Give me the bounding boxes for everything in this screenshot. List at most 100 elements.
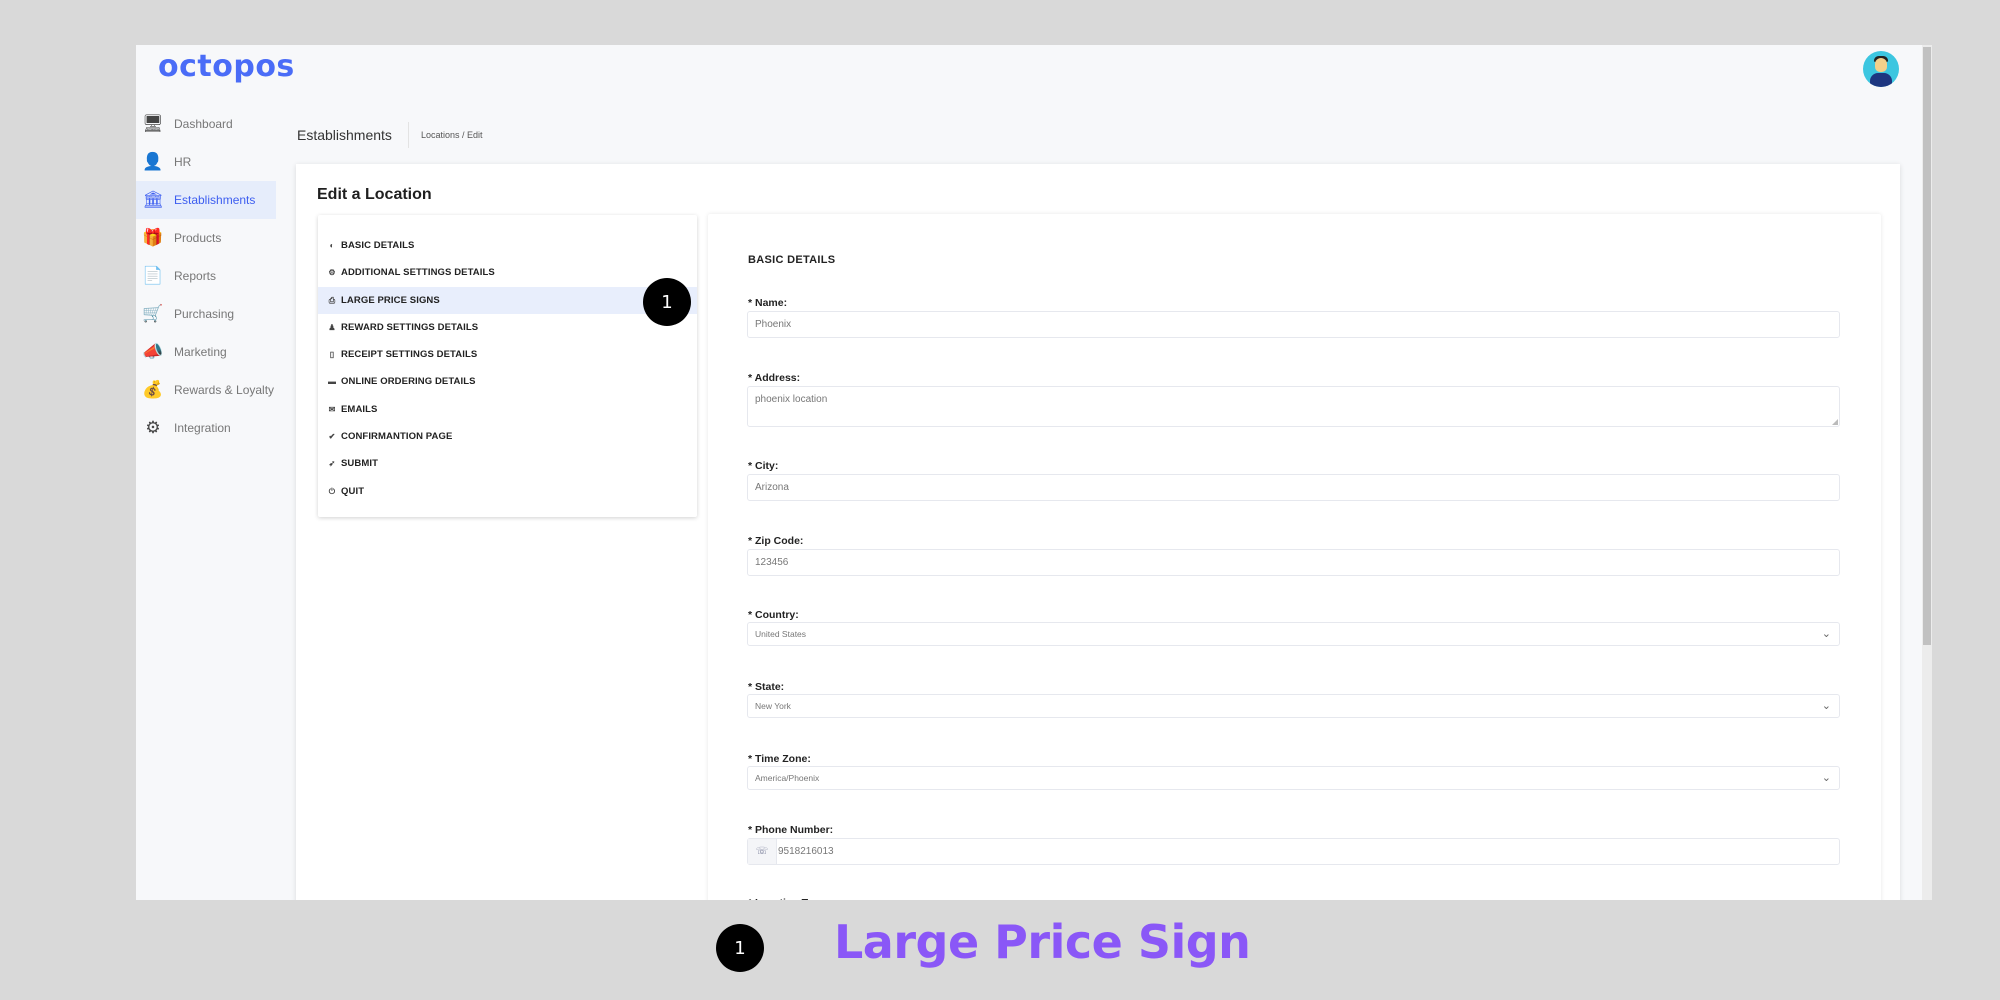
zip-value: 123456	[755, 557, 789, 568]
step-receipt-settings[interactable]: ▯ RECEIPT SETTINGS DETAILS	[318, 341, 697, 368]
city-input[interactable]: Arizona	[747, 474, 1840, 501]
phone-label: * Phone Number:	[748, 824, 834, 836]
step-label: ONLINE ORDERING DETAILS	[341, 376, 476, 387]
power-icon: ⏻	[328, 486, 336, 496]
step-additional-settings[interactable]: ⚙ ADDITIONAL SETTINGS DETAILS	[318, 259, 697, 286]
sidebar-item-dashboard[interactable]: 🖥 Dashboard	[136, 105, 276, 143]
sidebar-item-label: Reports	[174, 269, 217, 283]
basic-details-form: BASIC DETAILS * Name: Phoenix * Address:…	[708, 214, 1881, 900]
zip-input[interactable]: 123456	[747, 549, 1840, 576]
person-icon: 👤	[142, 152, 164, 171]
step-label: RECEIPT SETTINGS DETAILS	[341, 349, 478, 360]
step-label: REWARD SETTINGS DETAILS	[341, 322, 479, 333]
breadcrumb-title: Establishments	[297, 122, 409, 148]
sidebar: 🖥 Dashboard 👤 HR 🏛 Establishments 🎁 Prod…	[136, 105, 276, 447]
name-value: Phoenix	[755, 319, 792, 330]
octopos-logo[interactable]: octopos	[158, 49, 295, 84]
globe-icon: ◐	[329, 241, 335, 250]
file-icon: ▯	[329, 350, 335, 359]
state-value: New York	[755, 701, 791, 711]
sidebar-item-rewards-loyalty[interactable]: 💰 Rewards & Loyalty	[136, 371, 276, 409]
money-bag-icon: 💰	[142, 380, 164, 399]
chevron-down-icon: ⌄	[1821, 772, 1831, 784]
printer-icon: ⎙	[328, 295, 336, 305]
sidebar-item-establishments[interactable]: 🏛 Establishments	[136, 181, 276, 219]
step-label: ADDITIONAL SETTINGS DETAILS	[341, 267, 495, 278]
step-label: EMAILS	[341, 404, 378, 415]
caption-badge: 1	[716, 924, 764, 972]
document-icon: 📄	[142, 266, 164, 285]
sidebar-item-integration[interactable]: ⚙ Integration	[136, 409, 276, 447]
sidebar-item-label: Integration	[174, 421, 231, 435]
check-icon: ✔	[328, 432, 336, 441]
location-type-label: * Location Type:	[748, 897, 829, 900]
breadcrumb-path[interactable]: Locations / Edit	[409, 130, 483, 140]
sidebar-item-label: Purchasing	[174, 307, 235, 321]
send-icon: ➶	[328, 459, 336, 468]
step-confirmation-page[interactable]: ✔ CONFIRMANTION PAGE	[318, 423, 697, 450]
city-value: Arizona	[755, 482, 789, 493]
step-reward-settings[interactable]: ♟ REWARD SETTINGS DETAILS	[318, 314, 697, 341]
gift-icon: 🎁	[142, 228, 164, 247]
steps-menu: ◐ BASIC DETAILS ⚙ ADDITIONAL SETTINGS DE…	[318, 215, 697, 517]
user-avatar[interactable]	[1863, 51, 1899, 87]
name-label: * Name:	[748, 297, 788, 309]
sidebar-item-label: HR	[174, 155, 192, 169]
country-label: * Country:	[748, 609, 799, 621]
caption-title: Large Price Sign	[834, 915, 1251, 969]
chevron-down-icon: ⌄	[1821, 700, 1831, 712]
country-select[interactable]: United States ⌄	[747, 622, 1840, 646]
country-value: United States	[755, 629, 807, 639]
resize-handle[interactable]	[1832, 419, 1838, 425]
state-select[interactable]: New York ⌄	[747, 694, 1840, 718]
breadcrumb: Establishments Locations / Edit	[297, 122, 482, 148]
address-value: phoenix location	[755, 394, 828, 405]
page-title: Edit a Location	[317, 186, 432, 203]
megaphone-icon: 📣	[142, 342, 164, 361]
state-label: * State:	[748, 681, 785, 693]
step-submit[interactable]: ➶ SUBMIT	[318, 450, 697, 477]
sidebar-item-hr[interactable]: 👤 HR	[136, 143, 276, 181]
sidebar-item-marketing[interactable]: 📣 Marketing	[136, 333, 276, 371]
zip-label: * Zip Code:	[748, 535, 804, 547]
sidebar-item-label: Marketing	[174, 345, 227, 359]
settings-icon: ⚙	[328, 268, 336, 277]
truck-icon: ▬	[327, 377, 337, 386]
sidebar-item-reports[interactable]: 📄 Reports	[136, 257, 276, 295]
step-basic-details[interactable]: ◐ BASIC DETAILS	[318, 232, 697, 259]
bank-icon: 🏛	[142, 190, 164, 209]
sidebar-item-label: Rewards & Loyalty	[174, 383, 275, 397]
step-online-ordering[interactable]: ▬ ONLINE ORDERING DETAILS	[318, 368, 697, 395]
sidebar-item-label: Dashboard	[174, 117, 233, 131]
address-label: * Address:	[748, 372, 801, 384]
phone-icon: ☏	[748, 839, 777, 864]
step-label: BASIC DETAILS	[341, 240, 415, 251]
sidebar-item-label: Establishments	[174, 193, 256, 207]
step-label: LARGE PRICE SIGNS	[341, 295, 440, 306]
app-window: octopos 🖥 Dashboard 👤 HR 🏛 Establishment…	[136, 45, 1932, 900]
timezone-value: America/Phoenix	[755, 773, 820, 783]
step-quit[interactable]: ⏻ QUIT	[318, 478, 697, 505]
gear-icon: ⚙	[145, 418, 161, 437]
step-annotation-badge: 1	[643, 278, 691, 326]
step-emails[interactable]: ✉ EMAILS	[318, 396, 697, 423]
cart-icon: 🛒	[142, 304, 164, 323]
sidebar-item-products[interactable]: 🎁 Products	[136, 219, 276, 257]
step-label: SUBMIT	[341, 458, 379, 469]
sidebar-item-label: Products	[174, 231, 222, 245]
phone-input[interactable]: ☏ 9518216013	[747, 838, 1840, 865]
mail-icon: ✉	[328, 405, 336, 414]
city-label: * City:	[748, 460, 779, 472]
address-textarea[interactable]: phoenix location	[747, 386, 1840, 427]
section-title: BASIC DETAILS	[748, 254, 836, 266]
step-label: QUIT	[341, 486, 365, 497]
step-large-price-signs[interactable]: ⎙ LARGE PRICE SIGNS	[318, 287, 697, 314]
timezone-select[interactable]: America/Phoenix ⌄	[747, 766, 1840, 790]
step-label: CONFIRMANTION PAGE	[341, 431, 453, 442]
name-input[interactable]: Phoenix	[747, 311, 1840, 338]
scrollbar-thumb[interactable]	[1923, 47, 1931, 645]
sidebar-item-purchasing[interactable]: 🛒 Purchasing	[136, 295, 276, 333]
user-icon: ♟	[328, 323, 336, 332]
edit-location-card: Edit a Location ◐ BASIC DETAILS ⚙ ADDITI…	[296, 164, 1900, 900]
timezone-label: * Time Zone:	[748, 753, 811, 765]
